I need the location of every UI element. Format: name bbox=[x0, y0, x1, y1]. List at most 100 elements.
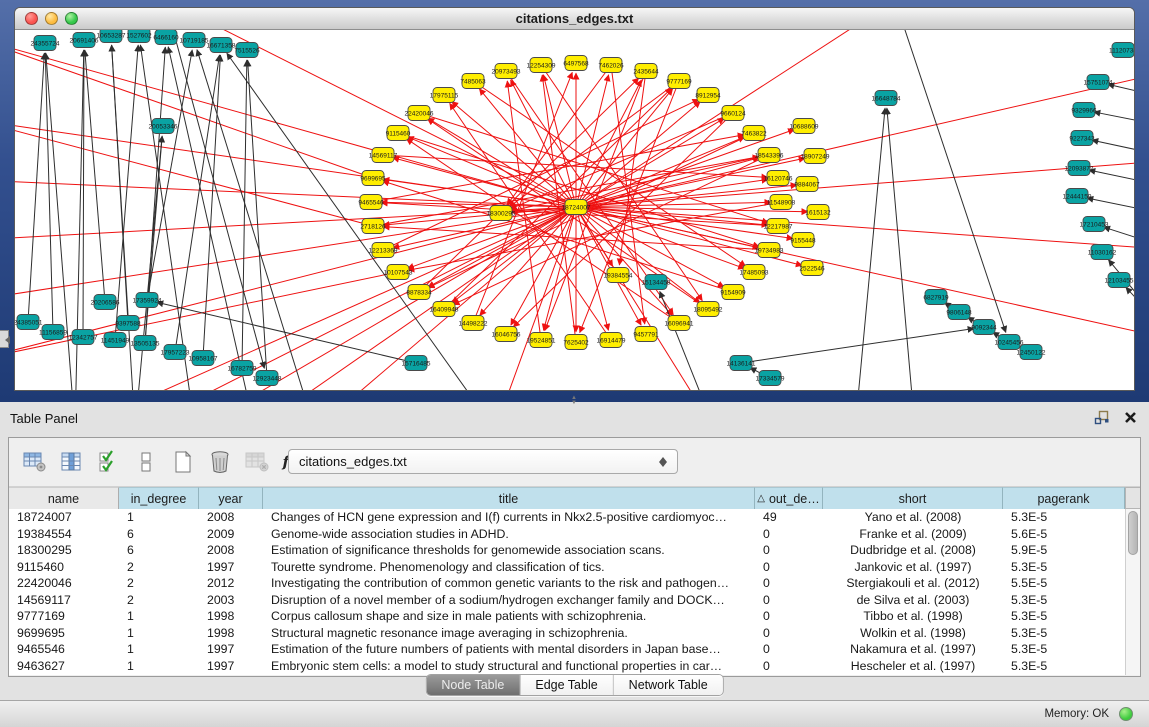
tab-node-table[interactable]: Node Table bbox=[426, 675, 520, 695]
network-node[interactable]: 19734983 bbox=[755, 243, 784, 258]
citation-edge-black[interactable] bbox=[203, 55, 220, 358]
network-node[interactable]: 9806148 bbox=[946, 305, 972, 320]
network-node[interactable]: 6827919 bbox=[923, 290, 949, 305]
network-node[interactable]: 12450122 bbox=[1017, 345, 1046, 360]
network-node[interactable]: 2522546 bbox=[799, 261, 825, 276]
citation-edge-black[interactable] bbox=[175, 55, 220, 352]
citation-edge-red[interactable] bbox=[576, 137, 745, 207]
citation-edge-black[interactable] bbox=[1089, 170, 1134, 188]
network-node[interactable]: 12342757 bbox=[69, 330, 98, 345]
network-node[interactable]: 11451949 bbox=[101, 333, 130, 348]
network-node[interactable]: 16409948 bbox=[430, 302, 459, 317]
network-node[interactable]: 13505135 bbox=[131, 336, 160, 351]
table-row[interactable]: 969969511998Structural magnetic resonanc… bbox=[9, 625, 1125, 642]
citation-edge-red[interactable] bbox=[15, 120, 373, 226]
network-node[interactable]: 9465546 bbox=[358, 195, 384, 210]
citation-edge-black[interactable] bbox=[887, 108, 915, 390]
citation-edge-black[interactable] bbox=[1087, 198, 1134, 216]
zoom-window-icon[interactable] bbox=[65, 12, 78, 25]
float-panel-icon[interactable] bbox=[1094, 410, 1110, 430]
citation-edge-red[interactable] bbox=[398, 133, 759, 247]
create-column-icon[interactable] bbox=[169, 448, 196, 476]
network-node[interactable]: 12444159 bbox=[1063, 189, 1092, 204]
table-vertical-scrollbar[interactable] bbox=[1125, 487, 1140, 675]
network-node[interactable]: 18907249 bbox=[801, 149, 830, 164]
minimize-window-icon[interactable] bbox=[45, 12, 58, 25]
network-node[interactable]: 16782759 bbox=[228, 361, 257, 376]
network-window-titlebar[interactable]: citations_edges.txt bbox=[15, 8, 1134, 30]
citation-edge-black[interactable] bbox=[1126, 287, 1134, 340]
network-node[interactable]: 16671358 bbox=[207, 38, 236, 53]
citation-edge-red[interactable] bbox=[576, 207, 700, 303]
network-node[interactable]: 9155448 bbox=[790, 233, 816, 248]
table-selector-dropdown[interactable]: citations_edges.txt bbox=[288, 449, 678, 474]
select-all-columns-icon[interactable] bbox=[95, 448, 122, 476]
network-node[interactable]: 17359924 bbox=[133, 293, 162, 308]
citation-edge-black[interactable] bbox=[1092, 140, 1134, 158]
table-row[interactable]: 1938455462009Genome-wide association stu… bbox=[9, 526, 1125, 543]
network-node[interactable]: 9397588 bbox=[115, 316, 141, 331]
hide-panel-arrow-icon[interactable] bbox=[0, 330, 9, 348]
citation-edge-black[interactable] bbox=[135, 136, 162, 390]
network-node[interactable]: 11120734 bbox=[1109, 43, 1134, 58]
network-node[interactable]: 7515526 bbox=[234, 43, 260, 58]
network-node[interactable]: 2718126 bbox=[360, 219, 386, 234]
network-canvas-container[interactable]: 1872400711548908122179871973498317485093… bbox=[15, 30, 1134, 390]
network-canvas[interactable]: 1872400711548908122179871973498317485093… bbox=[15, 30, 1134, 390]
table-row[interactable]: 1830029562008Estimation of significance … bbox=[9, 542, 1125, 559]
network-node[interactable]: 17975115 bbox=[430, 88, 459, 103]
network-node[interactable]: 19384554 bbox=[604, 268, 633, 283]
network-node[interactable]: 16914479 bbox=[597, 333, 626, 348]
table-row[interactable]: 1456911722003Disruption of a novel membe… bbox=[9, 592, 1125, 609]
tab-network-table[interactable]: Network Table bbox=[614, 675, 723, 695]
network-node[interactable]: 7463822 bbox=[741, 126, 767, 141]
network-node[interactable]: 6466160 bbox=[153, 30, 179, 45]
network-node[interactable]: 9777169 bbox=[666, 74, 692, 89]
network-node[interactable]: 15134458 bbox=[642, 275, 671, 290]
network-node[interactable]: 12217987 bbox=[764, 219, 793, 234]
network-node[interactable]: 7462026 bbox=[598, 58, 624, 73]
network-node[interactable]: 20973493 bbox=[492, 64, 521, 79]
tab-edge-table[interactable]: Edge Table bbox=[520, 675, 613, 695]
citation-edge-red[interactable] bbox=[576, 160, 1134, 207]
citation-edge-black[interactable] bbox=[1094, 112, 1134, 128]
column-header-year[interactable]: year bbox=[199, 487, 263, 509]
table-row[interactable]: 2242004622012Investigating the contribut… bbox=[9, 575, 1125, 592]
citation-edge-red[interactable] bbox=[576, 185, 797, 207]
network-node[interactable]: 17334579 bbox=[756, 371, 785, 386]
table-row[interactable]: 911546021997Tourette syndrome. Phenomeno… bbox=[9, 559, 1125, 576]
network-node[interactable]: 2435644 bbox=[633, 64, 659, 79]
network-node[interactable]: 6497568 bbox=[563, 56, 589, 71]
network-node[interactable]: 9884067 bbox=[794, 177, 820, 192]
citation-edge-black[interactable] bbox=[147, 50, 192, 300]
table-row[interactable]: 1872400712008Changes of HCN gene express… bbox=[9, 509, 1125, 526]
close-panel-icon[interactable] bbox=[1124, 411, 1137, 429]
network-node[interactable]: 18543396 bbox=[755, 148, 784, 163]
network-node[interactable]: 24355724 bbox=[31, 36, 60, 51]
network-node[interactable]: 9115460 bbox=[386, 126, 411, 141]
network-node[interactable]: 1527602 bbox=[126, 30, 152, 43]
network-node[interactable]: 11548908 bbox=[767, 195, 796, 210]
network-node[interactable]: 15751074 bbox=[1084, 75, 1113, 90]
table-mode-icon[interactable] bbox=[21, 448, 48, 476]
citation-edge-black[interactable] bbox=[248, 60, 267, 378]
network-node[interactable]: 7625402 bbox=[563, 335, 589, 350]
column-header-in_degree[interactable]: in_degree bbox=[119, 487, 199, 509]
network-node[interactable]: 14136141 bbox=[727, 356, 756, 371]
show-columns-icon[interactable] bbox=[58, 448, 85, 476]
network-node[interactable]: 12103455 bbox=[1105, 273, 1134, 288]
network-node[interactable]: 17485093 bbox=[740, 265, 769, 280]
citation-edge-red[interactable] bbox=[509, 81, 679, 207]
network-node[interactable]: 11030162 bbox=[1088, 245, 1117, 260]
network-node[interactable]: 14498222 bbox=[459, 316, 488, 331]
network-node[interactable]: 11156859 bbox=[39, 325, 67, 340]
network-node[interactable]: 16096941 bbox=[665, 316, 694, 331]
citation-edge-black[interactable] bbox=[145, 136, 162, 343]
network-node[interactable]: 9154909 bbox=[720, 285, 746, 300]
table-row[interactable]: 977716911998Corpus callosum shape and si… bbox=[9, 608, 1125, 625]
citation-edge-black[interactable] bbox=[741, 328, 974, 363]
network-node[interactable]: 9227343 bbox=[1069, 131, 1095, 146]
network-node[interactable]: 16046756 bbox=[492, 327, 521, 342]
network-node[interactable]: 12254309 bbox=[527, 58, 556, 73]
network-node[interactable]: 24385051 bbox=[15, 315, 43, 330]
